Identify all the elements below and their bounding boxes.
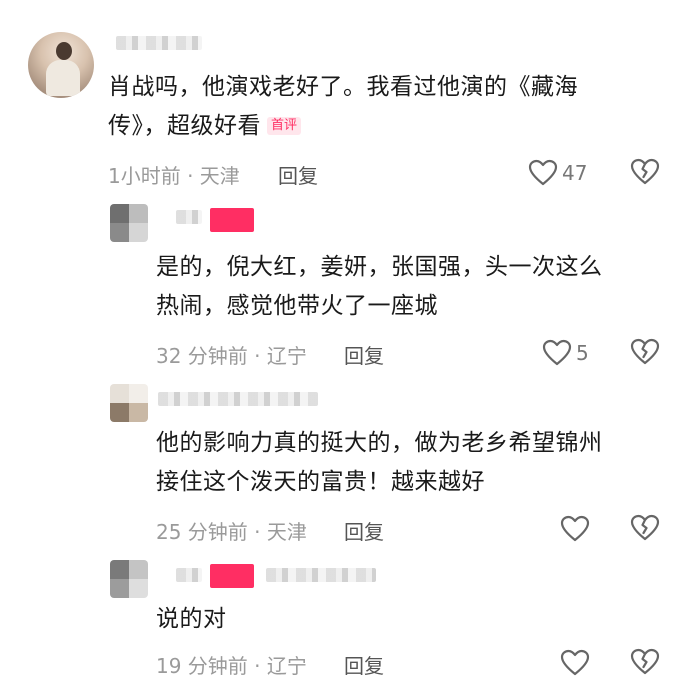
- like-count: 47: [562, 161, 588, 185]
- first-comment-badge: 首评: [267, 117, 302, 135]
- heart-icon: [528, 159, 558, 187]
- broken-heart-icon: [630, 514, 660, 542]
- comment-time-location: 32 分钟前 · 辽宁: [156, 344, 307, 368]
- like-button[interactable]: 5: [542, 338, 589, 368]
- avatar[interactable]: [110, 560, 148, 598]
- comment-time-location: 1小时前 · 天津: [108, 164, 240, 188]
- comment-time-location: 19 分钟前 · 辽宁: [156, 654, 307, 678]
- avatar[interactable]: [110, 384, 148, 422]
- avatar[interactable]: [28, 32, 94, 98]
- dislike-button[interactable]: [630, 338, 660, 368]
- dislike-button[interactable]: [630, 648, 660, 678]
- comment-text: 肖战吗，他演戏老好了。我看过他演的《藏海 传》，超级好看 首评: [108, 74, 578, 139]
- heart-icon: [560, 649, 590, 677]
- reply-to-username-blurred[interactable]: [266, 568, 376, 582]
- author-badge: [210, 564, 254, 588]
- avatar[interactable]: [110, 204, 148, 242]
- heart-icon: [542, 339, 572, 367]
- like-button[interactable]: 47: [528, 158, 587, 188]
- username-blurred[interactable]: [116, 36, 202, 50]
- broken-heart-icon: [630, 648, 660, 676]
- author-badge: [210, 208, 254, 232]
- broken-heart-icon: [630, 338, 660, 366]
- username-blurred[interactable]: [176, 210, 202, 224]
- heart-icon: [560, 515, 590, 543]
- like-count: 5: [576, 341, 589, 365]
- reply-button[interactable]: 回复: [278, 160, 318, 189]
- comment-text: 是的，倪大红，姜妍，张国强，头一次这么 热闹，感觉他带火了一座城: [156, 254, 603, 319]
- comment-text: 说的对: [156, 606, 227, 632]
- reply-button[interactable]: 回复: [344, 650, 384, 679]
- reply-button[interactable]: 回复: [344, 516, 384, 545]
- dislike-button[interactable]: [630, 158, 660, 188]
- reply-button[interactable]: 回复: [344, 340, 384, 369]
- dislike-button[interactable]: [630, 514, 660, 544]
- broken-heart-icon: [630, 158, 660, 186]
- like-button[interactable]: [560, 648, 594, 678]
- username-blurred[interactable]: [158, 392, 318, 406]
- comment-time-location: 25 分钟前 · 天津: [156, 520, 307, 544]
- username-blurred[interactable]: [176, 568, 202, 582]
- comment-text: 他的影响力真的挺大的，做为老乡希望锦州 接住这个泼天的富贵！越来越好: [156, 430, 603, 495]
- like-button[interactable]: [560, 514, 594, 544]
